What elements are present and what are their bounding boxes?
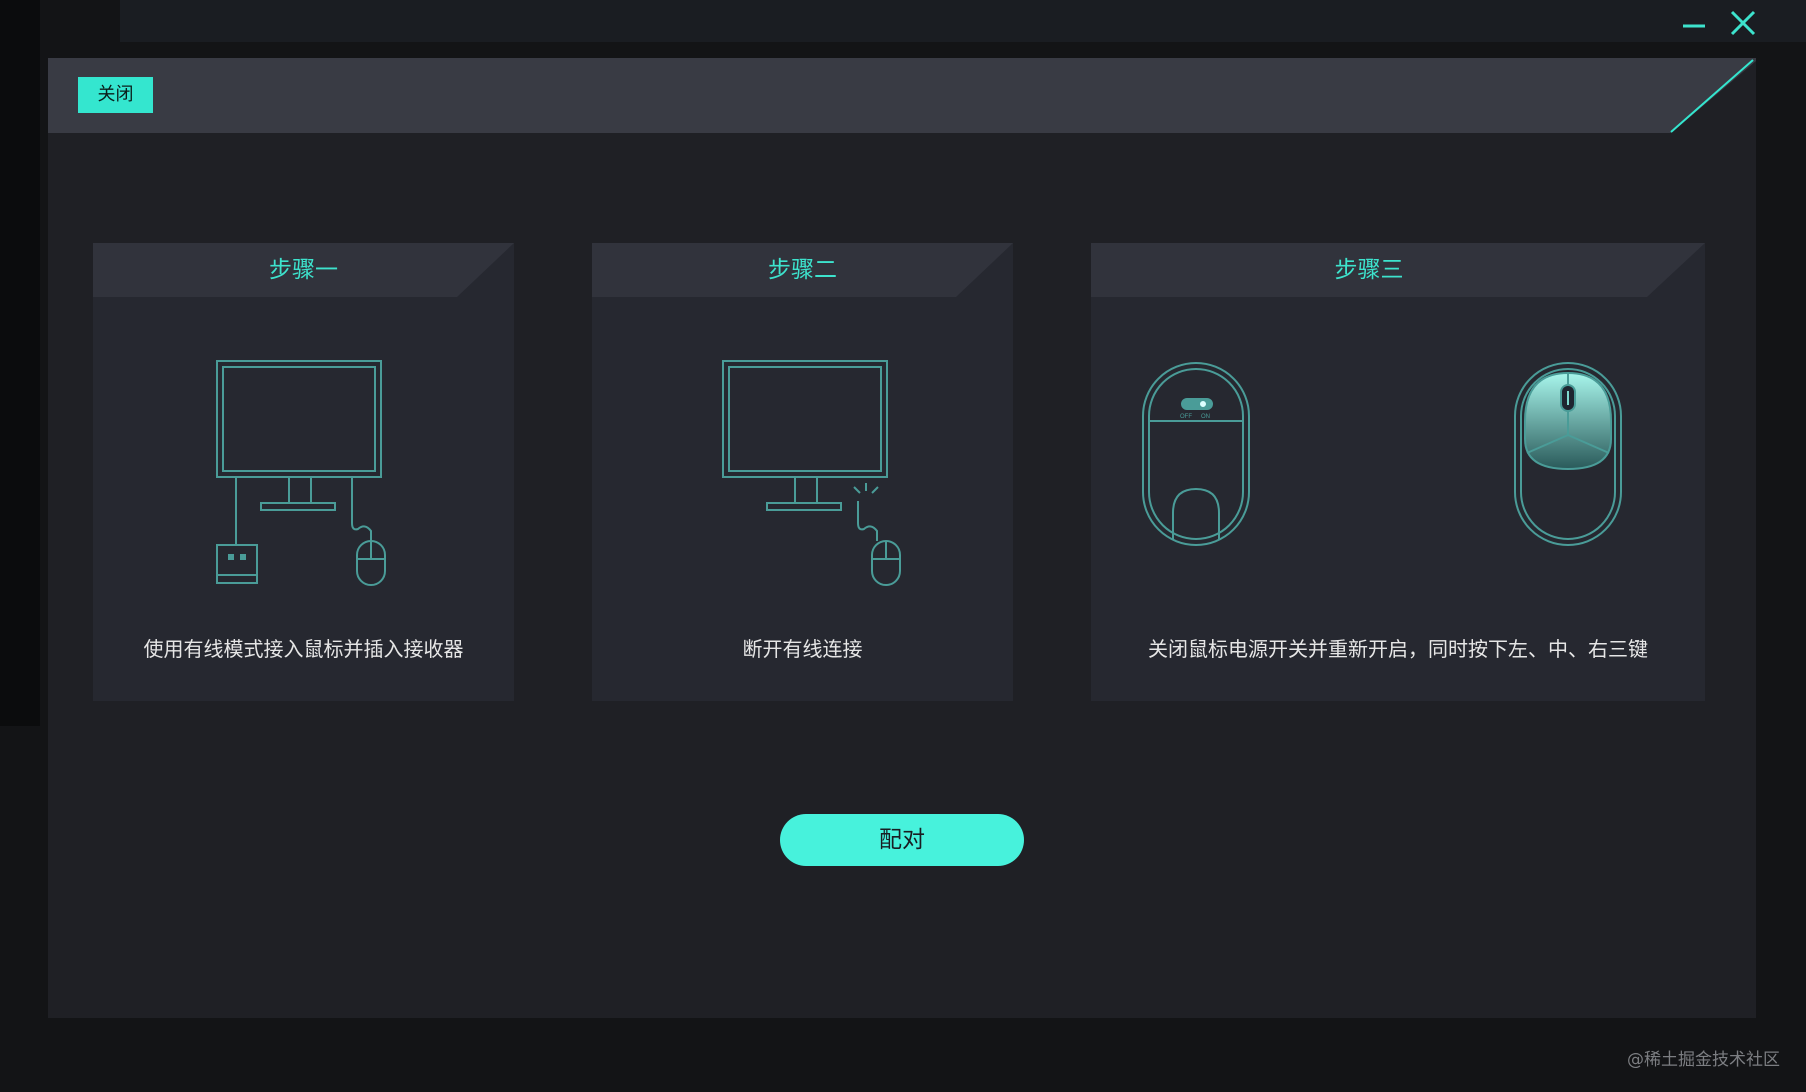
minimize-button[interactable] [1677,8,1711,38]
x-icon [1730,10,1756,36]
monitor-mouse-receiver-icon [216,360,386,586]
step-title: 步骤三 [1334,257,1404,283]
dialog-header: 关闭 [48,58,1756,133]
step-title: 步骤一 [269,257,338,283]
step-description: 关闭鼠标电源开关并重新开启，同时按下左、中、右三键 [1148,637,1648,661]
window-title-bar [120,0,1806,42]
side-strip [0,0,40,726]
pair-button[interactable]: 配对 [780,814,1024,866]
step-card-1: 步骤一 使用有线模式接入鼠标并插入接收器 [93,243,514,701]
step-card-header: 步骤二 [592,243,1013,297]
pairing-dialog: 关闭 步骤一 使用有线模式接入鼠标并插入接收器 步骤二 断开有线连接 步骤三 O… [48,58,1756,1018]
mouse-power-buttons-icon: OFF ON [1142,362,1622,546]
minus-icon [1683,24,1705,28]
step-card-2: 步骤二 断开有线连接 [592,243,1013,701]
watermark: @稀土掘金技术社区 [1627,1050,1780,1070]
header-shape [48,58,1756,133]
step-title: 步骤二 [768,257,837,283]
step-card-header: 步骤三 [1091,243,1705,297]
switch-on-label: ON [1201,414,1210,420]
step-card-3: 步骤三 OFF ON 关闭鼠标电源开关并重新开启，同时按下左、中、右三键 [1091,243,1705,701]
step-description: 使用有线模式接入鼠标并插入接收器 [143,637,464,661]
switch-off-label: OFF [1180,414,1192,420]
window-close-button[interactable] [1726,8,1760,38]
monitor-disconnect-icon [722,360,901,586]
step-description: 断开有线连接 [742,637,863,661]
step-card-header: 步骤一 [93,243,514,297]
close-tag-button[interactable]: 关闭 [78,77,153,113]
